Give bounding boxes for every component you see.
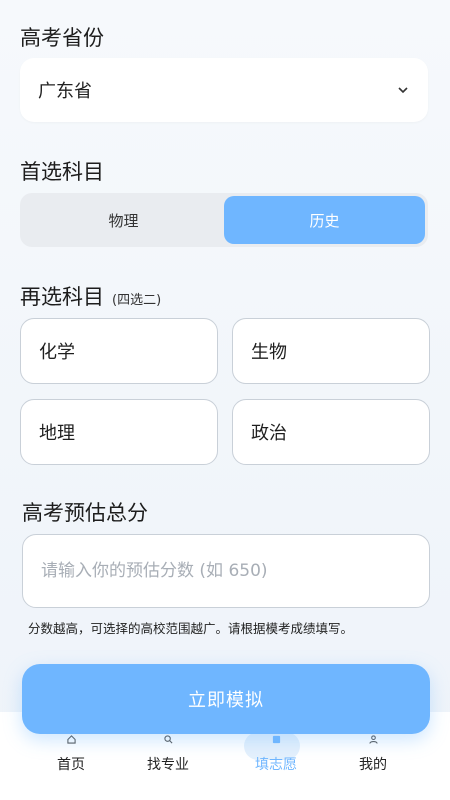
second-subject-hint: (四选二) bbox=[112, 293, 162, 308]
tab-fill-application[interactable]: 填志愿 bbox=[236, 732, 316, 794]
segment-option-history[interactable]: 历史 bbox=[224, 196, 425, 244]
search-icon bbox=[163, 734, 173, 744]
subject-chip-chemistry[interactable]: 化学 bbox=[20, 318, 218, 384]
simulation-form-page: 高考省份 广东省 首选科目 物理 历史 再选科目 (四选二) 化学 生物 地理 政… bbox=[0, 0, 450, 800]
subject-chip-geography[interactable]: 地理 bbox=[20, 399, 218, 465]
start-simulation-button[interactable]: 立即模拟 bbox=[22, 664, 430, 734]
chevron-down-icon bbox=[396, 83, 410, 97]
second-subject-title: 再选科目 (四选二) bbox=[20, 281, 161, 311]
province-title: 高考省份 bbox=[20, 26, 104, 50]
form-icon bbox=[271, 734, 281, 744]
tab-label-find-major: 找专业 bbox=[147, 757, 189, 773]
segment-option-physics[interactable]: 物理 bbox=[23, 196, 224, 244]
province-select[interactable]: 广东省 bbox=[20, 58, 428, 122]
tab-home[interactable]: 首页 bbox=[31, 734, 111, 794]
first-subject-title: 首选科目 bbox=[20, 160, 104, 184]
tab-mine[interactable]: 我的 bbox=[333, 734, 413, 794]
user-icon bbox=[368, 734, 378, 744]
province-value: 广东省 bbox=[38, 81, 92, 102]
subject-chip-politics[interactable]: 政治 bbox=[232, 399, 430, 465]
tab-find-major[interactable]: 找专业 bbox=[128, 734, 208, 794]
tab-label-mine: 我的 bbox=[359, 757, 387, 773]
score-title: 高考预估总分 bbox=[22, 501, 148, 525]
home-icon bbox=[66, 734, 76, 744]
subject-chip-biology[interactable]: 生物 bbox=[232, 318, 430, 384]
score-helper-text: 分数越高，可选择的高校范围越广。请根据模考成绩填写。 bbox=[28, 621, 354, 636]
second-subject-title-text: 再选科目 bbox=[20, 285, 104, 309]
score-input[interactable] bbox=[22, 534, 430, 608]
tab-label-home: 首页 bbox=[57, 757, 85, 773]
tab-label-fill-application: 填志愿 bbox=[255, 757, 297, 773]
first-subject-segment: 物理 历史 bbox=[20, 193, 428, 247]
